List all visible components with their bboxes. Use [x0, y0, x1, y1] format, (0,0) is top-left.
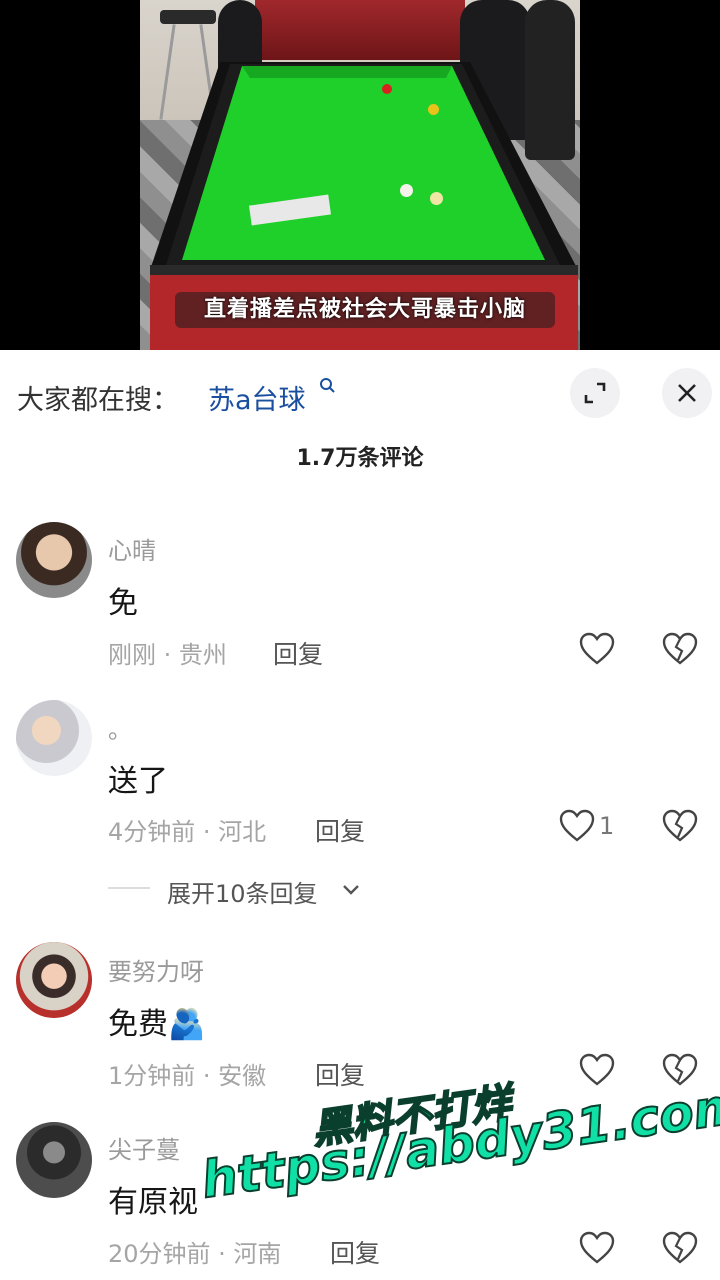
search-icon[interactable]	[318, 376, 338, 396]
broken-heart-icon[interactable]	[662, 1231, 698, 1265]
close-icon	[678, 384, 696, 402]
video-red-sofa	[255, 0, 465, 60]
yellow-ball	[428, 104, 439, 115]
reply-button[interactable]: 回复	[330, 1234, 380, 1270]
avatar[interactable]	[16, 1122, 92, 1198]
close-comments-button[interactable]	[662, 368, 712, 418]
hug-emoji: 🫂	[168, 1007, 206, 1042]
heart-icon[interactable]	[579, 632, 615, 666]
heart-icon[interactable]	[579, 1231, 615, 1265]
comment-meta: 1分钟前 · 安徽	[108, 1062, 267, 1090]
comment-text: 有原视	[108, 1185, 198, 1220]
comment-meta: 20分钟前 · 河南	[108, 1240, 282, 1268]
avatar[interactable]	[16, 942, 92, 1018]
comment-text: 免费🫂	[108, 1007, 206, 1042]
red-ball	[382, 84, 392, 94]
expand-divider	[108, 887, 150, 889]
broken-heart-icon[interactable]	[662, 809, 698, 843]
search-suggestion-prefix: 大家都在搜：	[17, 385, 179, 416]
like-count: 1	[599, 812, 615, 840]
comment-count: 1.7万条评论	[296, 446, 424, 471]
comment-username[interactable]: 要努力呀	[108, 952, 204, 987]
comment-text: 免	[108, 586, 138, 621]
yellow-ball-2	[430, 192, 443, 205]
expand-comments-button[interactable]	[570, 368, 620, 418]
comment-text: 送了	[108, 764, 168, 799]
reply-button[interactable]: 回复	[315, 812, 365, 848]
video-subtitle: 直着播差点被社会大哥暴击小脑	[175, 292, 555, 328]
expand-replies-button[interactable]: 展开10条回复	[167, 874, 318, 909]
comment-username[interactable]: 心晴	[108, 531, 156, 566]
broken-heart-icon[interactable]	[662, 632, 698, 666]
cue-ball	[400, 184, 413, 197]
video-player[interactable]: 直着播差点被社会大哥暴击小脑	[0, 0, 720, 350]
heart-icon[interactable]	[579, 1053, 615, 1087]
avatar[interactable]	[16, 700, 92, 776]
comment-meta: 4分钟前 · 河北	[108, 818, 267, 846]
search-suggestion-link[interactable]: 苏a台球	[208, 378, 306, 417]
avatar[interactable]	[16, 522, 92, 598]
reply-button[interactable]: 回复	[315, 1056, 365, 1092]
chevron-down-icon[interactable]	[340, 878, 362, 900]
expand-icon	[584, 382, 606, 404]
comment-username[interactable]: 尖子蔓	[108, 1130, 180, 1165]
reply-button[interactable]: 回复	[273, 635, 323, 671]
heart-icon[interactable]	[559, 809, 595, 843]
comment-username[interactable]: 。	[108, 710, 132, 745]
comment-meta: 刚刚 · 贵州	[108, 641, 227, 669]
